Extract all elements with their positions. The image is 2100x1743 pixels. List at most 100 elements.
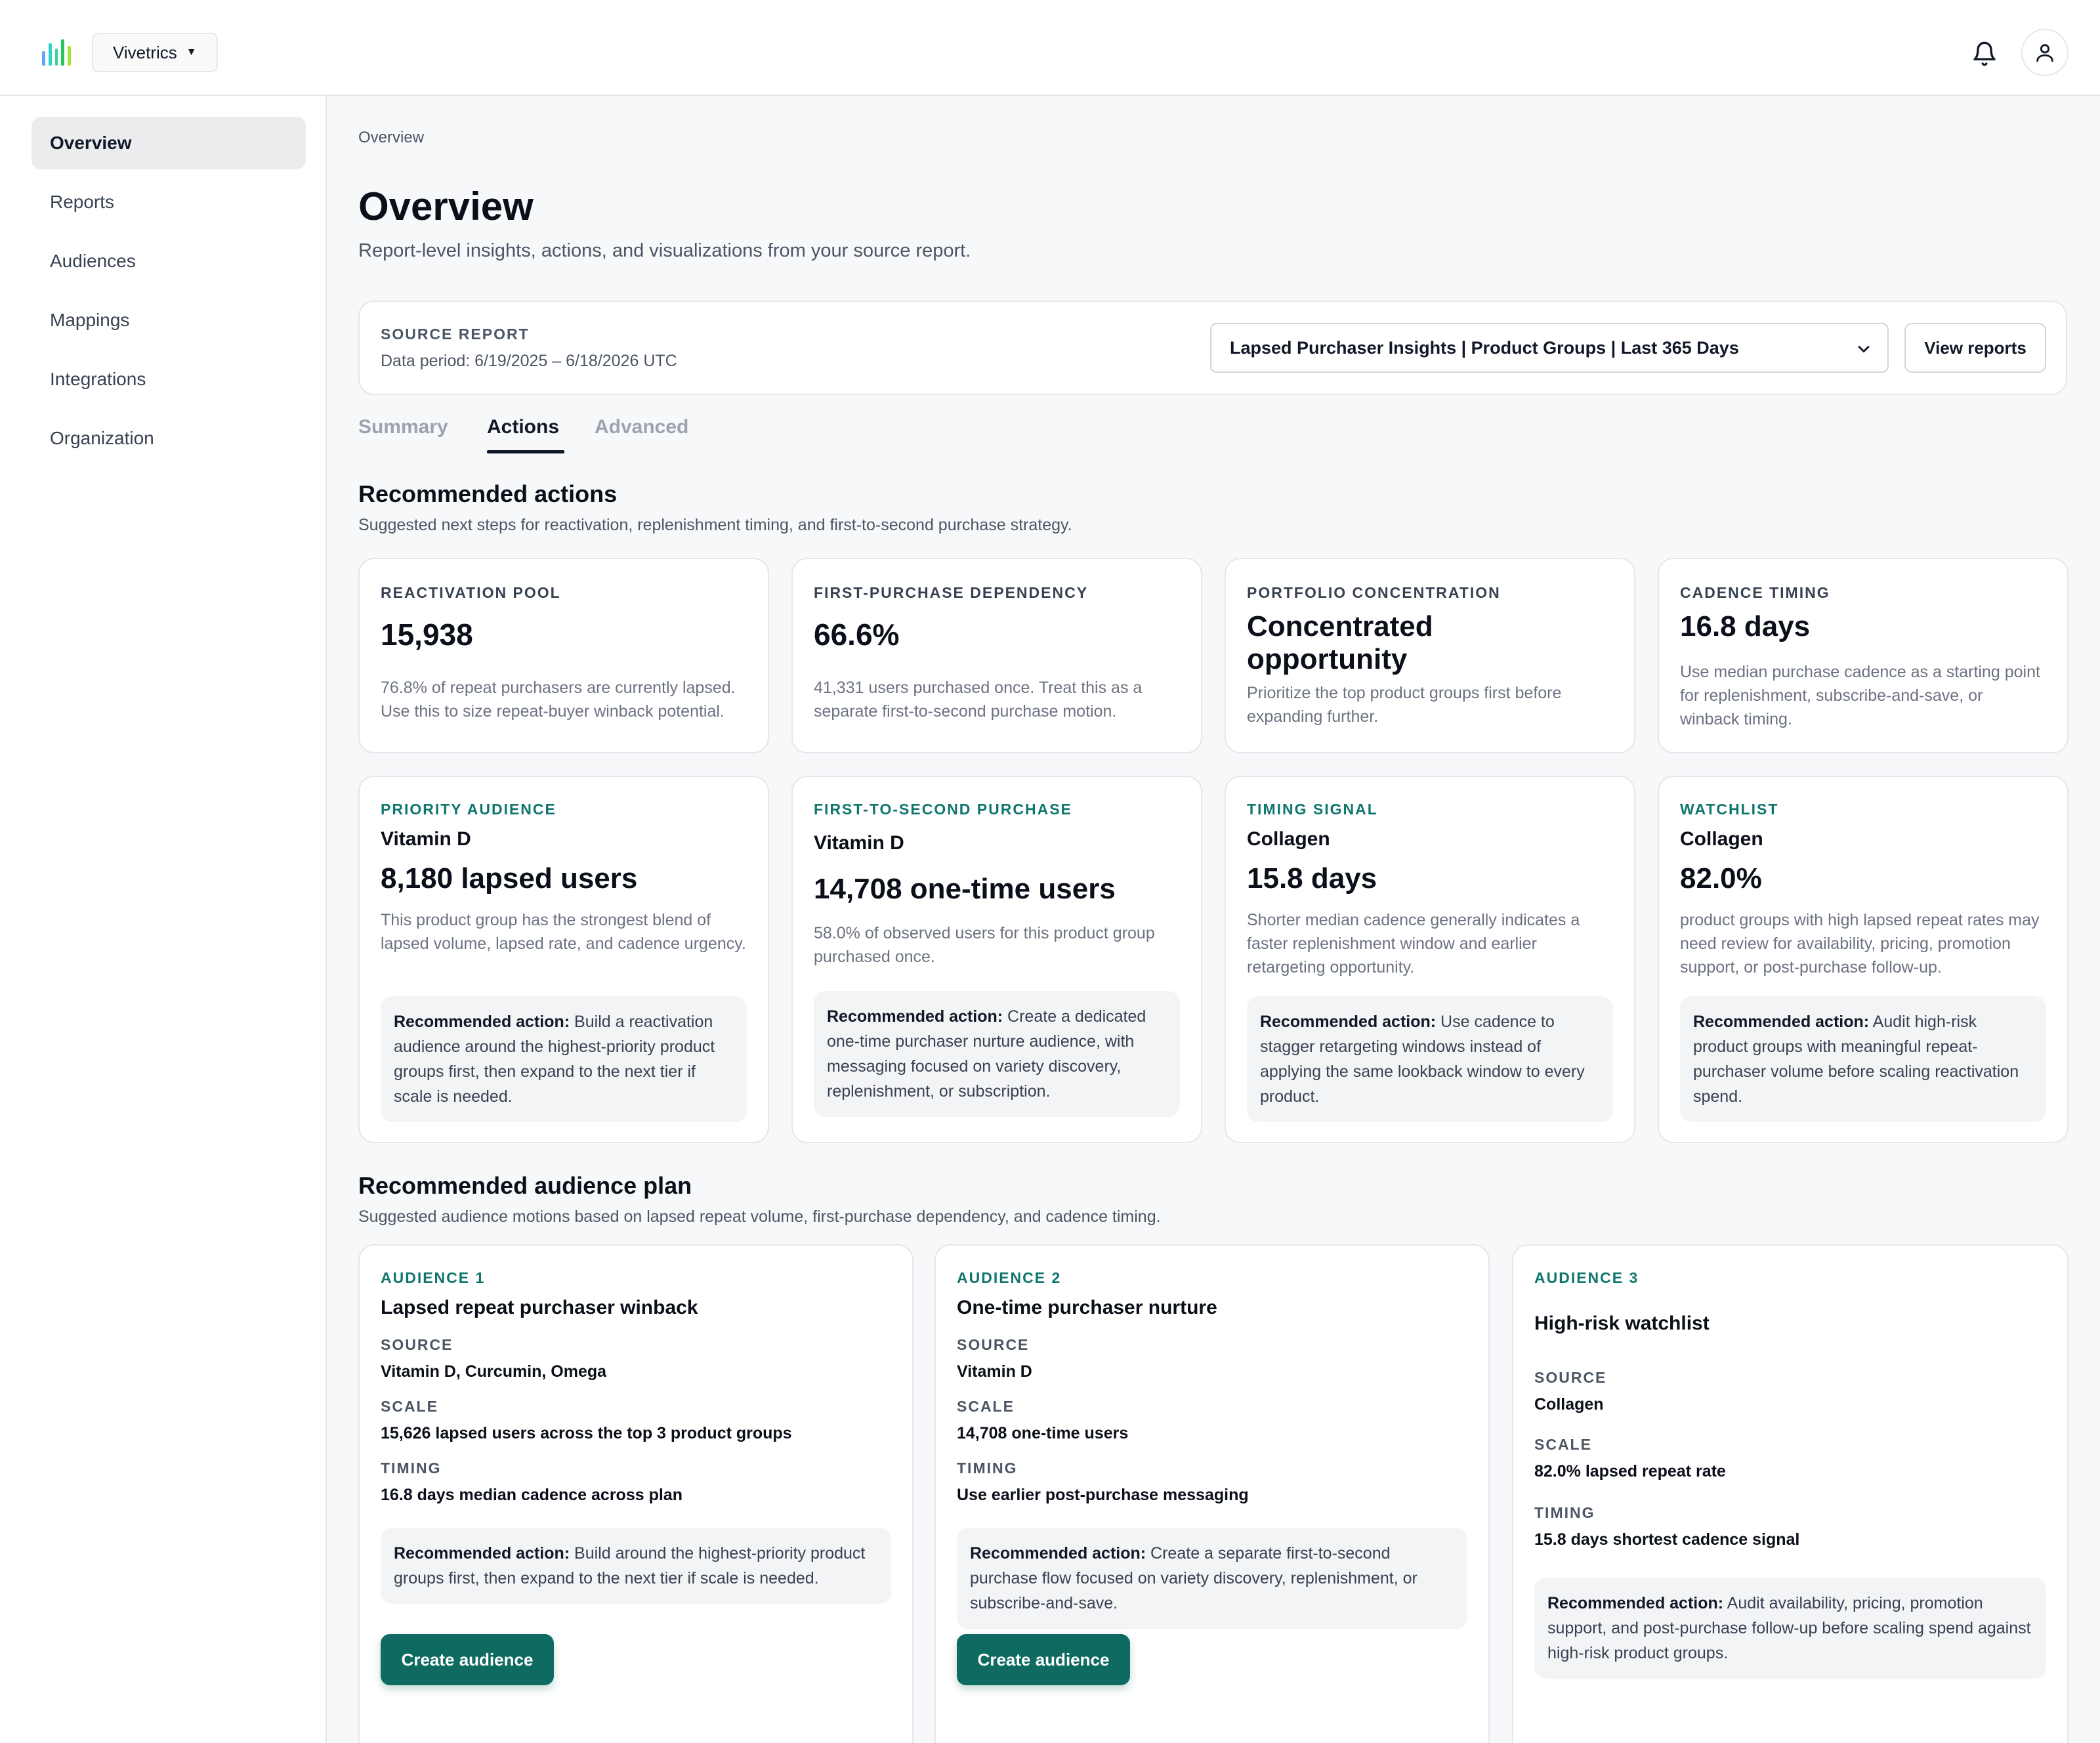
sidebar: Overview Reports Audiences Mappings Inte…: [0, 96, 327, 1743]
metric-value: Concentrated opportunity: [1247, 610, 1433, 675]
rec-action-label: Recommended action:: [970, 1544, 1146, 1563]
sidebar-item-label: Reports: [50, 192, 115, 212]
insight-description: This product group has the strongest ble…: [381, 911, 746, 953]
source-key: SOURCE: [1534, 1369, 1607, 1386]
audience-label: AUDIENCE 3: [1534, 1269, 1639, 1286]
tab-summary[interactable]: Summary: [358, 416, 448, 438]
audience-scale: 15,626 lapsed users across the top 3 pro…: [381, 1424, 792, 1442]
insight-entity: Collagen: [1247, 828, 1330, 850]
audience-label: AUDIENCE 2: [957, 1269, 1062, 1286]
scale-key: SCALE: [381, 1398, 438, 1415]
source-key: SOURCE: [957, 1336, 1030, 1353]
metric-description: 41,331 users purchased once. Treat this …: [814, 679, 1143, 721]
metric-value: 15,938: [381, 618, 473, 652]
rec-action-label: Recommended action:: [394, 1544, 570, 1563]
audience-scale: 14,708 one-time users: [957, 1424, 1129, 1442]
metric-value: 66.6%: [814, 618, 900, 652]
metric-description: Prioritize the top product groups first …: [1247, 684, 1562, 726]
audience-plan-title: Recommended audience plan: [358, 1172, 692, 1199]
org-switcher[interactable]: Vivetrics ▼: [92, 33, 218, 72]
insight-value: 8,180 lapsed users: [381, 862, 638, 894]
audience-source: Collagen: [1534, 1395, 1604, 1414]
tab-actions[interactable]: Actions: [487, 416, 559, 438]
rec-action-label: Recommended action:: [827, 1007, 1003, 1026]
metric-card-portfolio-concentration: PORTFOLIO CONCENTRATION Concentrated opp…: [1225, 558, 1635, 753]
recommended-action-box: Recommended action: Audit high-risk prod…: [1680, 996, 2046, 1122]
sidebar-item-label: Mappings: [50, 310, 130, 330]
sidebar-item-label: Audiences: [50, 251, 136, 271]
insight-description: product groups with high lapsed repeat r…: [1680, 911, 2040, 976]
user-icon: [2036, 44, 2053, 62]
view-reports-button[interactable]: View reports: [1904, 323, 2046, 373]
audience-timing: Use earlier post-purchase messaging: [957, 1486, 1249, 1504]
create-audience-button[interactable]: Create audience: [957, 1634, 1130, 1685]
scale-key: SCALE: [957, 1398, 1015, 1415]
insight-description: Shorter median cadence generally indicat…: [1247, 911, 1580, 976]
data-period: Data period: 6/19/2025 – 6/18/2026 UTC: [381, 352, 677, 370]
scale-key: SCALE: [1534, 1436, 1592, 1453]
sidebar-item-integrations[interactable]: Integrations: [32, 353, 306, 406]
metric-description: 76.8% of repeat purchasers are currently…: [381, 679, 736, 721]
recommended-action-box: Recommended action: Create a separate fi…: [957, 1528, 1467, 1629]
insight-value: 14,708 one-time users: [814, 873, 1116, 905]
metric-card-cadence-timing: CADENCE TIMING 16.8 days Use median purc…: [1658, 558, 2068, 753]
source-report-label: SOURCE REPORT: [381, 326, 530, 343]
audience-title: High-risk watchlist: [1534, 1312, 1710, 1334]
rec-action-label: Recommended action:: [394, 1013, 570, 1031]
sidebar-item-label: Organization: [50, 428, 154, 448]
recommended-actions-title: Recommended actions: [358, 480, 618, 507]
audience-title: Lapsed repeat purchaser winback: [381, 1297, 698, 1318]
insight-entity: Collagen: [1680, 828, 1763, 850]
recommended-action-box: Recommended action: Use cadence to stagg…: [1247, 996, 1613, 1122]
breadcrumb[interactable]: Overview: [358, 129, 424, 147]
sidebar-item-organization[interactable]: Organization: [32, 412, 306, 465]
recommended-action-box: Recommended action: Create a dedicated o…: [814, 991, 1180, 1117]
audience-scale: 82.0% lapsed repeat rate: [1534, 1462, 1726, 1480]
sidebar-item-label: Integrations: [50, 369, 146, 389]
caret-down-icon: ▼: [186, 47, 197, 58]
active-tab-indicator: [487, 450, 564, 453]
timing-key: TIMING: [957, 1460, 1018, 1477]
sidebar-item-reports[interactable]: Reports: [32, 176, 306, 228]
sidebar-item-mappings[interactable]: Mappings: [32, 294, 306, 346]
main-content: Overview Overview Report-level insights,…: [327, 96, 2100, 1743]
insight-description: 58.0% of observed users for this product…: [814, 924, 1155, 966]
create-audience-button[interactable]: Create audience: [381, 1634, 554, 1685]
audience-source: Vitamin D: [957, 1362, 1032, 1381]
insight-entity: Vitamin D: [381, 828, 471, 850]
sidebar-item-audiences[interactable]: Audiences: [32, 235, 306, 287]
recommended-action-box: Recommended action: Audit availability, …: [1534, 1578, 2046, 1679]
recommended-actions-subtitle: Suggested next steps for reactivation, r…: [358, 516, 1072, 534]
rec-action-label: Recommended action:: [1693, 1013, 1870, 1031]
insight-card-first-to-second: FIRST-TO-SECOND PURCHASE Vitamin D 14,70…: [791, 776, 1202, 1143]
metric-card-first-purchase-dependency: FIRST-PURCHASE DEPENDENCY 66.6% 41,331 u…: [791, 558, 1202, 753]
metric-card-reactivation-pool: REACTIVATION POOL 15,938 76.8% of repeat…: [358, 558, 769, 753]
timing-key: TIMING: [1534, 1504, 1595, 1521]
metric-label: CADENCE TIMING: [1680, 584, 1830, 601]
recommended-action-box: Recommended action: Build a reactivation…: [381, 996, 747, 1122]
insight-label: WATCHLIST: [1680, 801, 1779, 818]
insight-card-priority-audience: PRIORITY AUDIENCE Vitamin D 8,180 lapsed…: [358, 776, 769, 1143]
app-logo-icon[interactable]: [42, 37, 71, 66]
tab-advanced[interactable]: Advanced: [595, 416, 688, 438]
metric-label: FIRST-PURCHASE DEPENDENCY: [814, 584, 1089, 601]
audience-source: Vitamin D, Curcumin, Omega: [381, 1362, 607, 1381]
metric-description: Use median purchase cadence as a startin…: [1680, 663, 2040, 728]
sidebar-item-overview[interactable]: Overview: [32, 117, 306, 169]
user-avatar-button[interactable]: [2021, 29, 2068, 76]
source-report-card: SOURCE REPORT Data period: 6/19/2025 – 6…: [358, 301, 2067, 395]
insight-label: PRIORITY AUDIENCE: [381, 801, 556, 818]
audience-card-2: AUDIENCE 2 One-time purchaser nurture SO…: [934, 1244, 1490, 1743]
insight-value: 15.8 days: [1247, 862, 1377, 894]
page-title: Overview: [358, 184, 534, 228]
report-select[interactable]: Lapsed Purchaser Insights | Product Grou…: [1210, 323, 1889, 373]
audience-title: One-time purchaser nurture: [957, 1297, 1217, 1318]
bell-icon[interactable]: [1971, 41, 1998, 67]
source-key: SOURCE: [381, 1336, 453, 1353]
timing-key: TIMING: [381, 1460, 442, 1477]
insight-entity: Vitamin D: [814, 832, 904, 854]
top-bar: Vivetrics ▼: [0, 0, 2100, 96]
report-select-value: Lapsed Purchaser Insights | Product Grou…: [1230, 337, 1739, 358]
sidebar-item-label: Overview: [50, 133, 132, 153]
audience-plan-subtitle: Suggested audience motions based on laps…: [358, 1208, 1161, 1226]
